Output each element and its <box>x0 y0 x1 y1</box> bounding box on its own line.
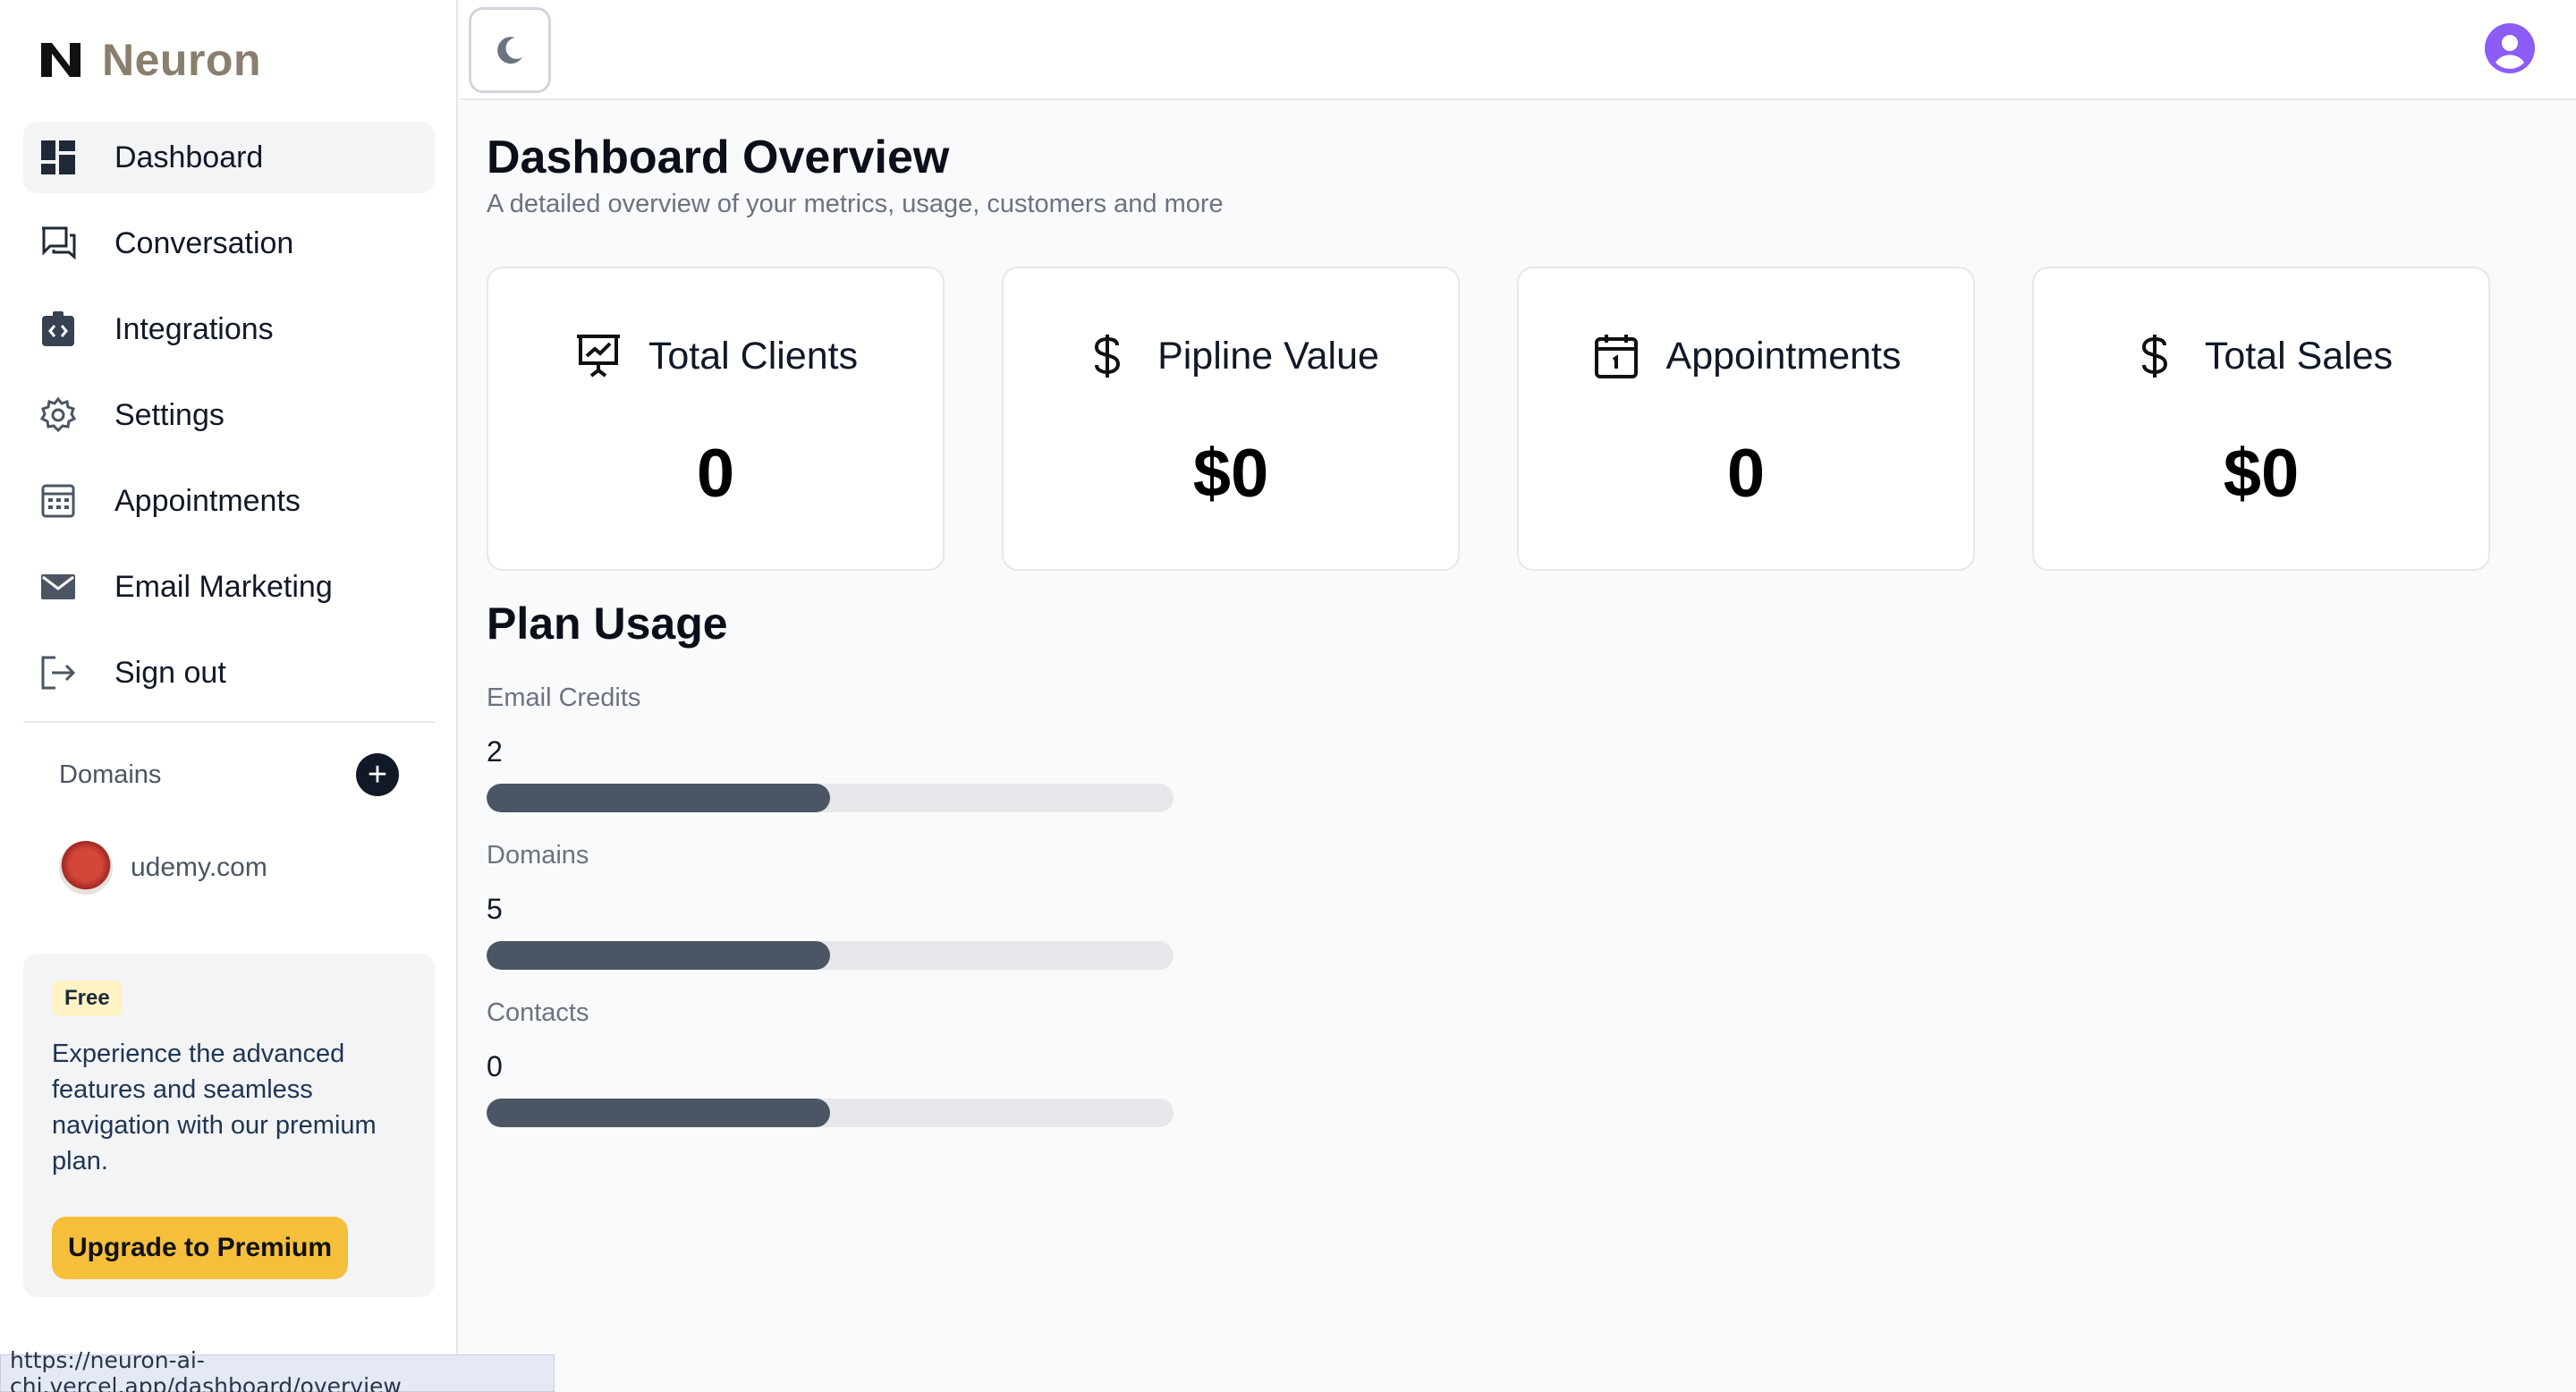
sidebar: Neuron Dashboard Conversation Integratio… <box>0 0 458 1392</box>
usage-progress-bar <box>487 784 1174 812</box>
sidebar-item-conversation[interactable]: Conversation <box>23 208 435 279</box>
sidebar-item-email-marketing[interactable]: Email Marketing <box>23 551 435 623</box>
sidebar-item-label: Settings <box>114 397 225 432</box>
plan-usage-title: Plan Usage <box>487 598 728 649</box>
usage-progress-bar <box>487 941 1174 970</box>
mail-icon <box>39 568 77 606</box>
page-subtitle: A detailed overview of your metrics, usa… <box>487 190 1224 218</box>
presentation-chart-icon <box>573 331 623 381</box>
gear-icon <box>39 396 77 434</box>
stat-card-label: Total Sales <box>2204 334 2394 378</box>
sign-out-icon <box>39 654 77 692</box>
usage-progress-fill <box>487 1099 830 1127</box>
stat-card-value: $0 <box>1192 436 1269 512</box>
domains-header: Domains + <box>59 753 399 796</box>
dollar-icon <box>1082 331 1132 381</box>
stat-card-value: 0 <box>1726 436 1766 512</box>
usage-label: Email Credits <box>487 683 641 712</box>
sidebar-item-label: Integrations <box>114 311 274 346</box>
user-avatar-button[interactable] <box>2485 23 2535 73</box>
sidebar-item-appointments[interactable]: Appointments <box>23 465 435 537</box>
dollar-icon <box>2130 331 2180 381</box>
usage-label: Contacts <box>487 998 589 1027</box>
neuron-logo-icon <box>41 43 80 77</box>
topbar <box>460 0 2576 100</box>
dashboard-icon <box>39 139 77 176</box>
domain-item[interactable]: udemy.com <box>59 841 267 895</box>
sidebar-item-integrations[interactable]: Integrations <box>23 293 435 365</box>
sidebar-item-label: Appointments <box>114 483 301 518</box>
stat-card-appointments: Appointments 0 <box>1517 267 1975 571</box>
usage-count: 2 <box>487 735 503 768</box>
usage-progress-fill <box>487 941 830 970</box>
sidebar-divider <box>23 721 435 723</box>
sidebar-item-label: Sign out <box>114 655 226 690</box>
usage-count: 0 <box>487 1050 503 1082</box>
usage-domains: Domains 5 <box>487 841 1174 970</box>
usage-email-credits: Email Credits 2 <box>487 683 1174 812</box>
sidebar-item-settings[interactable]: Settings <box>23 379 435 451</box>
stat-card-total-sales: Total Sales $0 <box>2032 267 2490 571</box>
promo-text: Experience the advanced features and sea… <box>52 1040 377 1176</box>
stat-card-value: $0 <box>2223 436 2300 512</box>
sidebar-item-label: Dashboard <box>114 140 264 174</box>
domain-name: udemy.com <box>131 853 267 882</box>
chat-icon <box>39 225 77 262</box>
sidebar-item-sign-out[interactable]: Sign out <box>23 637 435 709</box>
plan-badge: Free <box>52 980 123 1016</box>
upgrade-button[interactable]: Upgrade to Premium <box>52 1217 349 1279</box>
user-avatar-icon <box>2485 23 2535 73</box>
usage-progress-bar <box>487 1099 1174 1127</box>
domains-title: Domains <box>59 760 162 789</box>
usage-progress-fill <box>487 784 830 812</box>
stat-card-label: Pipline Value <box>1157 334 1379 378</box>
sidebar-item-label: Email Marketing <box>114 569 333 604</box>
domain-avatar <box>59 841 113 895</box>
calendar-grid-icon <box>39 482 77 520</box>
usage-label: Domains <box>487 841 589 870</box>
stat-card-value: 0 <box>696 436 735 512</box>
page-title: Dashboard Overview <box>487 132 950 183</box>
usage-count: 5 <box>487 893 503 925</box>
sidebar-item-dashboard[interactable]: Dashboard <box>23 122 435 193</box>
brand[interactable]: Neuron <box>39 34 261 86</box>
stat-card-label: Appointments <box>1665 334 1902 378</box>
calendar-icon <box>1591 331 1641 381</box>
add-domain-button[interactable]: + <box>356 753 399 796</box>
upgrade-card: Free Experience the advanced features an… <box>23 954 435 1297</box>
brand-name: Neuron <box>102 35 261 85</box>
sidebar-item-label: Conversation <box>114 225 294 260</box>
moon-icon <box>497 37 522 64</box>
stat-card-label: Total Clients <box>648 334 859 378</box>
stat-card-pipeline-value: Pipline Value $0 <box>1002 267 1460 571</box>
status-bar-url: https://neuron-ai-chi.vercel.app/dashboa… <box>0 1347 555 1392</box>
integrations-icon <box>39 310 77 348</box>
usage-contacts: Contacts 0 <box>487 998 1174 1127</box>
stat-card-total-clients: Total Clients 0 <box>487 267 945 571</box>
theme-toggle-button[interactable] <box>469 7 551 93</box>
sidebar-nav: Dashboard Conversation Integrations Sett… <box>23 122 435 723</box>
